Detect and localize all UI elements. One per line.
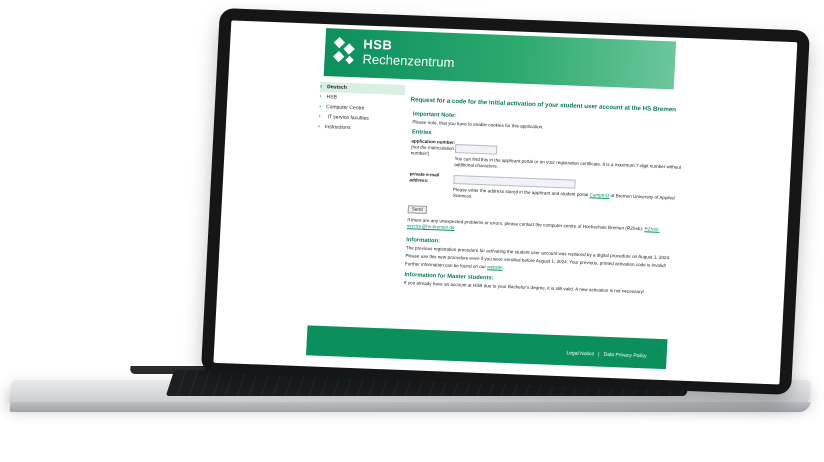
brand-name: HSB [363, 36, 393, 53]
laptop-front-edge [9, 402, 811, 412]
hsb-logo-icon[interactable] [332, 36, 357, 65]
browser-viewport: HSB Rechenzentrum Deutsch HSB Computer C… [213, 20, 798, 385]
email-label: private e-mail address: [409, 171, 440, 184]
email-row: private e-mail address: Please enter the… [405, 171, 686, 208]
information-text-3-body: Further information can be found on our [404, 261, 488, 270]
application-number-input[interactable] [454, 144, 498, 155]
email-input[interactable] [453, 174, 576, 189]
left-navigation: Deutsch HSB Computer Centre IT service f… [318, 81, 406, 135]
email-field-wrap: Please enter the address stored in the a… [452, 173, 686, 208]
data-privacy-link[interactable]: Data Privacy Policy [603, 352, 646, 360]
site-header: HSB Rechenzentrum [323, 28, 677, 90]
laptop-scene: HSB Rechenzentrum Deutsch HSB Computer C… [0, 0, 824, 462]
page-title: Request for a code for the initial activ… [410, 96, 677, 114]
application-number-sublabel: (not the matriculation number!) [410, 144, 455, 157]
problems-text: If there are any unexpected problems or … [407, 217, 685, 240]
website-link[interactable]: website [487, 264, 503, 270]
application-number-field-wrap: You can find this in the applicant porta… [454, 140, 688, 177]
site-footer: Legal Notice | Data Privacy Policy [305, 325, 668, 370]
campino-link[interactable]: CampInO [589, 192, 609, 198]
nav-item-instructions[interactable]: Instructions [318, 122, 404, 135]
footer-separator: | [598, 351, 600, 358]
main-content: Request for a code for the initial activ… [401, 96, 691, 298]
email-hint-text: Please enter the address stored in the a… [452, 186, 590, 198]
send-button[interactable]: Send [407, 205, 427, 214]
brand-subtitle: Rechenzentrum [362, 51, 455, 70]
legal-notice-link[interactable]: Legal Notice [566, 350, 594, 357]
application-number-label: application number: (not the matriculati… [407, 138, 456, 168]
information-text-3-end: . [502, 264, 505, 270]
email-hint: Please enter the address stored in the a… [452, 187, 686, 208]
laptop-lid: HSB Rechenzentrum Deutsch HSB Computer C… [200, 8, 810, 395]
footer-links: Legal Notice | Data Privacy Policy [566, 350, 647, 359]
